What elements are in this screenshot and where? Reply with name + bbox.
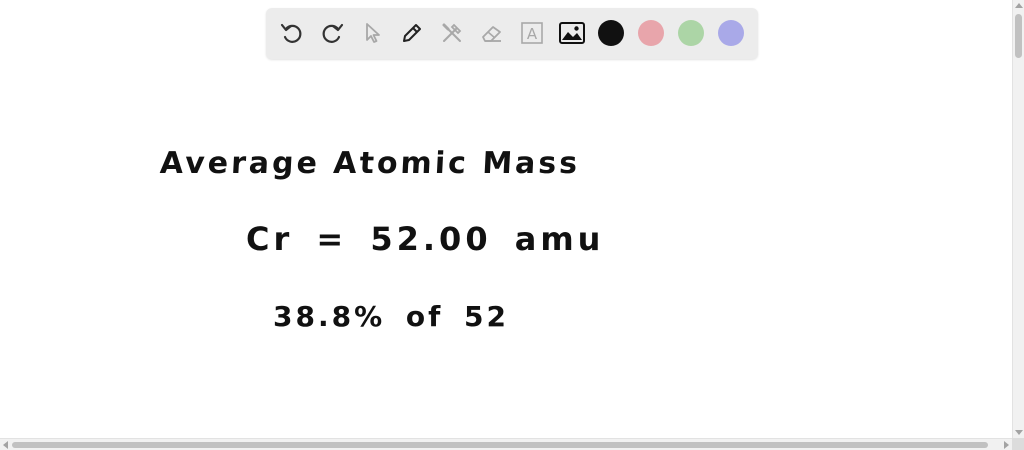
tools-button[interactable] xyxy=(436,17,468,49)
horizontal-scroll-thumb[interactable] xyxy=(12,442,988,448)
handwritten-title: Average Atomic Mass xyxy=(159,146,582,181)
handwritten-percent-calc: 38.8% of 52 xyxy=(273,300,510,333)
color-swatch-pink[interactable] xyxy=(638,20,664,46)
vertical-scroll-thumb[interactable] xyxy=(1015,14,1022,58)
text-box-button[interactable]: A xyxy=(516,17,548,49)
color-swatch-black[interactable] xyxy=(598,20,624,46)
scrollbar-corner xyxy=(1012,438,1024,450)
horizontal-scrollbar[interactable] xyxy=(0,438,1012,450)
whiteboard-window: A Average Atomic Mass Cr = 52.00 amu 38.… xyxy=(0,0,1024,450)
redo-icon xyxy=(322,23,344,43)
pen-icon xyxy=(403,24,421,42)
tools-icon xyxy=(442,23,462,42)
scroll-up-arrow-icon[interactable] xyxy=(1015,3,1023,8)
handwritten-chromium-mass: Cr = 52.00 amu xyxy=(246,220,605,258)
vertical-scrollbar[interactable] xyxy=(1012,0,1024,438)
image-icon xyxy=(559,22,585,44)
color-swatch-green[interactable] xyxy=(678,20,704,46)
svg-text:A: A xyxy=(527,25,538,43)
select-pointer-icon xyxy=(366,23,380,43)
insert-image-button[interactable] xyxy=(556,17,588,49)
scroll-left-arrow-icon[interactable] xyxy=(3,441,8,449)
undo-button[interactable] xyxy=(276,17,308,49)
drawing-toolbar: A xyxy=(266,8,758,59)
undo-icon xyxy=(280,23,302,43)
text-box-icon: A xyxy=(521,22,543,44)
eraser-icon xyxy=(482,26,501,42)
eraser-button[interactable] xyxy=(476,17,508,49)
select-tool-button[interactable] xyxy=(356,17,388,49)
scroll-right-arrow-icon[interactable] xyxy=(1004,441,1009,449)
pen-tool-button[interactable] xyxy=(396,17,428,49)
scroll-down-arrow-icon[interactable] xyxy=(1015,430,1023,435)
color-swatch-lavender[interactable] xyxy=(718,20,744,46)
drawing-canvas[interactable]: Average Atomic Mass Cr = 52.00 amu 38.8%… xyxy=(0,60,1012,438)
redo-button[interactable] xyxy=(316,17,348,49)
